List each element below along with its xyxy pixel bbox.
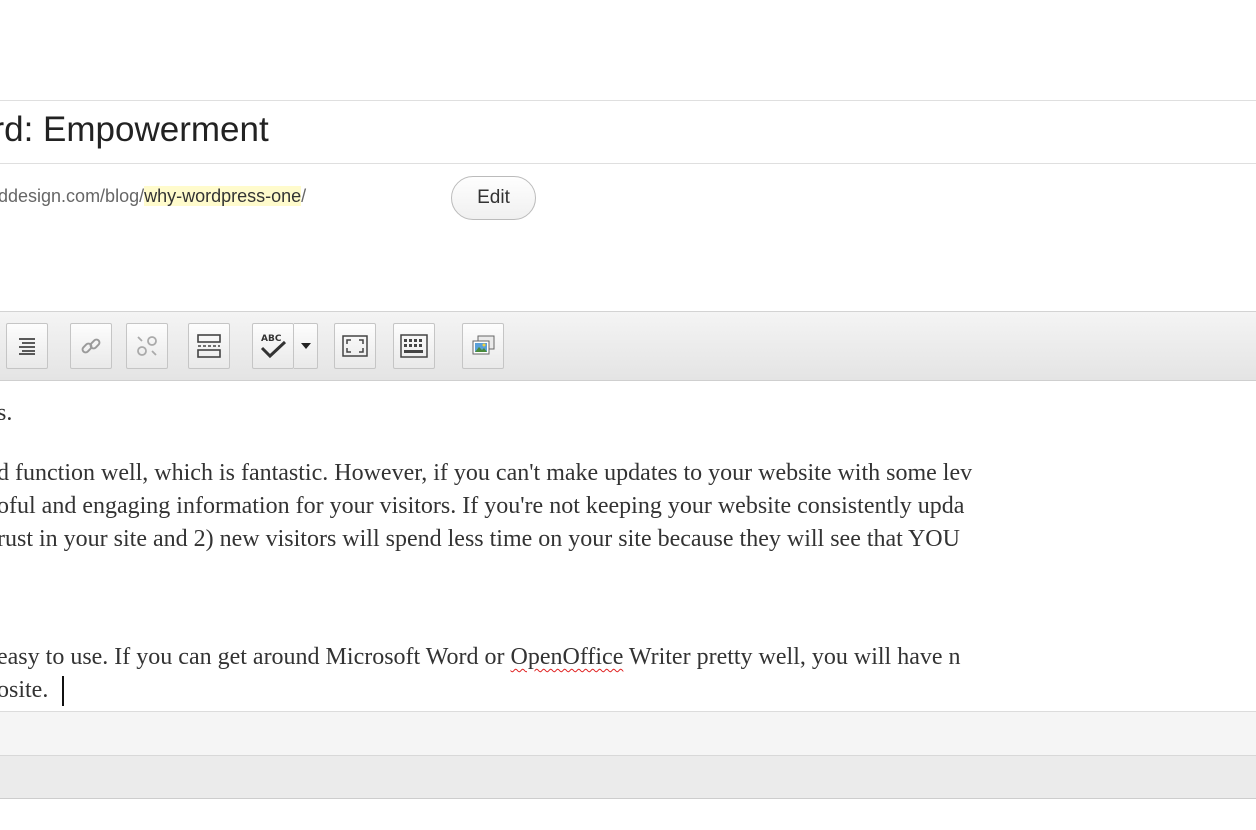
editor-toolbar: ABC (0, 311, 1256, 381)
kitchen-sink-button[interactable] (393, 323, 435, 369)
insert-link-button[interactable] (70, 323, 112, 369)
add-media-button[interactable] (462, 323, 504, 369)
misspelled-word[interactable]: OpenOffice (511, 644, 624, 670)
insert-more-button[interactable] (188, 323, 230, 369)
fullscreen-button[interactable] (334, 323, 376, 369)
editor-line: oful and engaging information for your v… (0, 493, 965, 519)
editor-line: d function well, which is fantastic. How… (0, 460, 973, 486)
editor-line: osite. (0, 674, 65, 707)
editor-status-bar (0, 711, 1256, 755)
edit-permalink-button[interactable]: Edit (451, 176, 536, 220)
insert-more-icon (197, 334, 221, 358)
post-content-editor[interactable]: s. d function well, which is fantastic. … (0, 381, 1256, 712)
permalink-slug[interactable]: why-wordpress-one (144, 186, 302, 206)
editor-line: easy to use. If you can get around Micro… (0, 641, 961, 673)
permalink-suffix: / (301, 186, 307, 206)
align-justify-button[interactable] (6, 323, 48, 369)
unlink-button[interactable] (126, 323, 168, 369)
editor-line: s. (0, 400, 13, 426)
post-title-text: ord: Empowerment (0, 110, 269, 149)
editor-text: osite. (0, 677, 49, 703)
spellcheck-icon: ABC (260, 334, 287, 359)
permalink-base: ddesign.com/blog/ (0, 186, 145, 206)
unlink-icon (137, 336, 157, 356)
spellcheck-button[interactable]: ABC (252, 323, 294, 369)
add-media-icon (472, 335, 495, 355)
svg-text:ABC: ABC (261, 334, 282, 344)
kitchen-sink-icon (400, 334, 428, 358)
fullscreen-icon (342, 335, 368, 357)
editor-text: easy to use. If you can get around Micro… (0, 644, 511, 670)
editor-line: rust in your site and 2) new visitors wi… (0, 526, 960, 552)
editor-text: Writer pretty well, you will have n (623, 644, 961, 670)
text-cursor (62, 676, 65, 707)
chevron-down-icon (300, 343, 311, 349)
editor-footer-bar (0, 755, 1256, 799)
spellcheck-language-dropdown[interactable] (294, 323, 318, 369)
align-justify-icon (19, 338, 35, 355)
permalink: ddesign.com/blog/why-wordpress-one/ (0, 186, 306, 207)
insert-link-icon (81, 338, 101, 354)
